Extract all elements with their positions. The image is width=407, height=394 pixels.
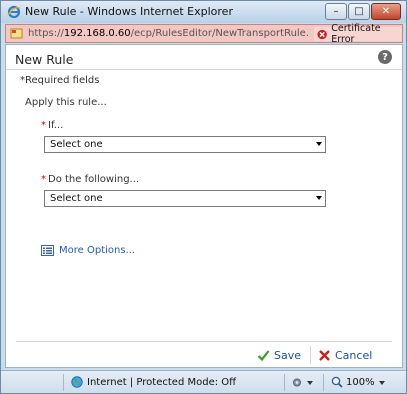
globe-icon (71, 376, 83, 388)
action-select[interactable]: Select one (44, 190, 326, 207)
more-options-link[interactable]: More Options... (41, 245, 135, 256)
cancel-x-icon (319, 349, 330, 361)
save-label: Save (274, 348, 302, 362)
page-title: New Rule (15, 52, 74, 67)
zoom-control[interactable]: 100% (331, 376, 375, 388)
url-path: /ecp/RulesEditor/NewTransportRule.aspx?p… (130, 28, 308, 39)
zoom-magnifier-icon (331, 376, 343, 388)
zoom-level: 100% (346, 376, 375, 388)
security-zone-label: Internet | Protected Mode: Off (87, 376, 237, 388)
security-zone[interactable]: Internet | Protected Mode: Off (71, 376, 236, 388)
minimize-button[interactable]: – (325, 3, 347, 20)
maximize-button[interactable]: □ (348, 3, 370, 20)
checkmark-icon (257, 349, 270, 361)
list-icon (41, 245, 54, 256)
if-label: * If... (41, 120, 63, 131)
internet-explorer-icon (7, 5, 21, 19)
more-options-label: More Options... (59, 245, 136, 256)
certificate-error-label: Certificate Error (331, 23, 381, 45)
status-bar: Internet | Protected Mode: Off 100% (1, 370, 406, 393)
url-scheme: https:// (28, 28, 64, 39)
help-icon[interactable]: ? (378, 50, 392, 64)
url-host: 192.168.0.60 (63, 28, 131, 39)
status-separator (284, 374, 285, 391)
close-button[interactable]: ✕ (371, 3, 401, 20)
certificate-error-icon (317, 29, 327, 39)
if-label-text: If... (48, 120, 64, 131)
cancel-button[interactable]: Cancel (318, 346, 372, 364)
cancel-label: Cancel (335, 348, 373, 362)
if-condition-select[interactable]: Select one (44, 136, 326, 153)
footer-divider (16, 341, 392, 342)
status-separator (63, 374, 64, 391)
dropdown-arrow-icon (316, 196, 322, 200)
required-fields-note: *Required fields (20, 75, 100, 86)
settings-dropdown-arrow-icon[interactable] (307, 381, 313, 385)
address-url[interactable]: https://192.168.0.60/ecp/RulesEditor/New… (28, 28, 308, 39)
if-select-value: Select one (50, 139, 103, 150)
required-star: * (41, 174, 46, 185)
button-separator (310, 346, 311, 364)
certificate-error-button[interactable]: Certificate Error (314, 23, 402, 45)
zoom-dropdown-arrow-icon[interactable] (379, 381, 385, 385)
page-header: New Rule ? (6, 45, 402, 70)
window-title: New Rule - Windows Internet Explorer (25, 5, 233, 18)
browser-window: New Rule - Windows Internet Explorer – □… (0, 0, 407, 394)
status-separator (323, 374, 324, 391)
do-following-label: * Do the following... (41, 174, 139, 185)
page-icon (10, 28, 23, 39)
dialog-content: New Rule ? *Required fields Apply this r… (5, 44, 403, 368)
address-bar[interactable]: https://192.168.0.60/ecp/RulesEditor/New… (5, 23, 403, 45)
settings-gear-icon[interactable] (291, 377, 303, 388)
required-star: * (41, 120, 46, 131)
dropdown-arrow-icon (316, 142, 322, 146)
action-select-value: Select one (50, 193, 103, 204)
title-bar[interactable]: New Rule - Windows Internet Explorer – □… (1, 1, 406, 23)
save-button[interactable]: Save (257, 346, 301, 364)
apply-rule-label: Apply this rule... (25, 97, 107, 108)
do-following-label-text: Do the following... (48, 174, 140, 185)
